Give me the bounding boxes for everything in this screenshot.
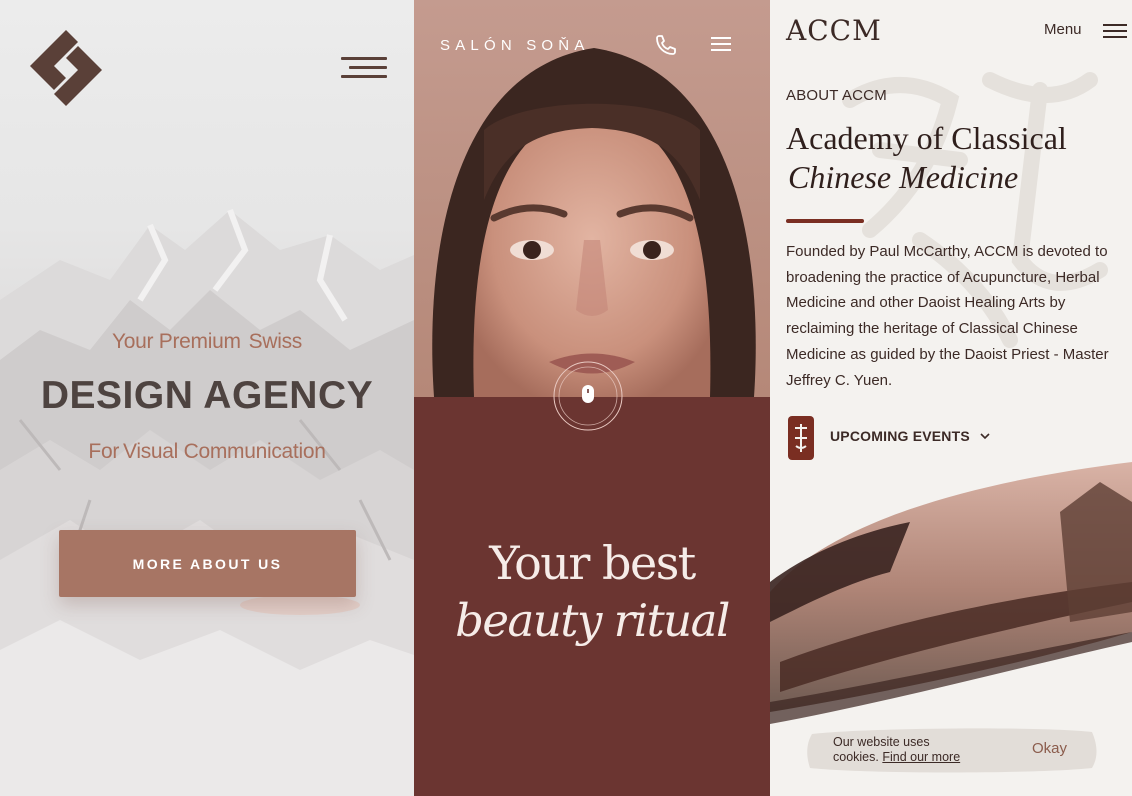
salon-title-line2: beauty ritual	[455, 594, 730, 647]
menu-icon[interactable]	[341, 57, 387, 79]
accm-logo[interactable]: ACCM	[786, 14, 882, 47]
cookie-banner: Our website uses cookies. Find our more O…	[806, 726, 1098, 774]
salon-panel: SALÓN SOŇA Your best beauty ritual	[414, 0, 770, 796]
menu-label[interactable]: Menu	[1044, 21, 1082, 38]
agency-subline: For Visual Communication	[0, 440, 414, 464]
cookie-okay-button[interactable]: Okay	[1032, 740, 1067, 757]
cookie-more-link[interactable]: Find our more	[882, 750, 960, 764]
scroll-mouse-icon[interactable]	[553, 361, 623, 431]
salon-brand-logo[interactable]: SALÓN SOŇA	[440, 37, 590, 54]
accm-heading-line2: Chinese Medicine	[788, 159, 1019, 195]
chinese-seal-icon	[788, 416, 814, 460]
subline-visual-communication: Visual Communication	[123, 440, 326, 463]
phone-icon[interactable]	[654, 33, 678, 57]
accm-description: Founded by Paul McCarthy, ACCM is devote…	[786, 243, 1109, 389]
subline-for: For	[88, 440, 120, 463]
accm-heading-line1: Academy of Classical	[786, 120, 1067, 156]
more-about-us-button[interactable]: MORE ABOUT US	[59, 530, 356, 597]
cookie-message: Our website uses cookies. Find our more	[833, 735, 960, 765]
agency-headline: DESIGN AGENCY	[40, 374, 374, 417]
menu-icon[interactable]	[711, 37, 731, 53]
agency-logo-icon[interactable]	[26, 28, 106, 108]
menu-icon[interactable]	[1103, 24, 1127, 40]
chevron-down-icon	[980, 433, 990, 440]
tagline-swiss: Swiss	[248, 330, 303, 353]
tagline-premium: Your Premium	[111, 330, 241, 353]
brush-stroke-landscape-image	[770, 462, 1132, 724]
agency-tagline: Your Premium Swiss	[0, 330, 414, 354]
about-eyebrow: ABOUT ACCM	[786, 87, 887, 104]
portrait-hero-image	[414, 0, 770, 397]
accm-panel: ACCM Menu ABOUT ACCM Academy of Classica…	[770, 0, 1132, 796]
heading-divider	[786, 219, 864, 223]
salon-title-line1: Your best	[489, 536, 696, 590]
upcoming-events-toggle[interactable]: UPCOMING EVENTS	[830, 428, 990, 444]
design-agency-panel: Your Premium Swiss DESIGN AGENCY For Visua…	[0, 0, 414, 796]
upcoming-events-label: UPCOMING EVENTS	[830, 428, 970, 444]
